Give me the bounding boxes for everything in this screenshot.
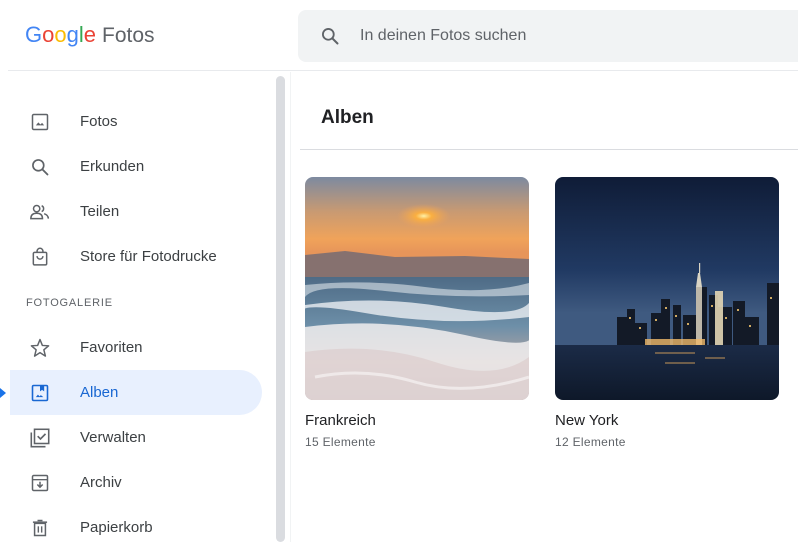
- manage-check-icon: [28, 426, 52, 450]
- sidebar-item-favoriten[interactable]: Favoriten: [10, 325, 262, 370]
- sidebar-item-papierkorb[interactable]: Papierkorb: [10, 505, 262, 542]
- sidebar-item-alben[interactable]: Alben: [0, 370, 262, 415]
- sidebar-item-teilen[interactable]: Teilen: [10, 189, 262, 234]
- sidebar-item-fotos[interactable]: Fotos: [10, 99, 262, 144]
- album-card-new-york[interactable]: New York 12 Elemente: [555, 177, 779, 449]
- sidebar-item-label: Erkunden: [80, 158, 145, 175]
- album-cover-image[interactable]: [305, 177, 529, 400]
- search-bar[interactable]: [298, 10, 798, 62]
- sidebar-item-label: Store für Fotodrucke: [80, 248, 217, 265]
- search-input[interactable]: [360, 27, 760, 45]
- photo-icon: [28, 110, 52, 134]
- sidebar-item-label: Fotos: [80, 113, 118, 130]
- album-item-count: 12 Elemente: [555, 435, 626, 449]
- logo-letter: g: [66, 22, 79, 47]
- logo-letter: e: [83, 22, 97, 47]
- sidebar-item-archiv[interactable]: Archiv: [10, 460, 262, 505]
- album-title[interactable]: New York: [555, 412, 779, 429]
- shopping-bag-icon: [28, 245, 52, 269]
- archive-icon: [28, 471, 52, 495]
- sidebar-item-label: Archiv: [80, 474, 122, 491]
- logo-letter: o: [54, 22, 67, 47]
- search-icon[interactable]: [318, 24, 342, 48]
- sidebar: Fotos Erkunden Teilen Store für Fotodruc…: [0, 72, 272, 542]
- star-icon: [28, 336, 52, 360]
- sidebar-divider: [290, 72, 291, 542]
- product-name: Fotos: [102, 24, 155, 47]
- title-divider: [300, 149, 798, 150]
- album-cover-image[interactable]: [555, 177, 779, 400]
- app-logo[interactable]: Google Fotos: [25, 22, 155, 50]
- header-divider: [8, 70, 798, 71]
- sidebar-item-label: Teilen: [80, 203, 120, 220]
- album-item-count: 15 Elemente: [305, 435, 376, 449]
- album-icon: [28, 381, 52, 405]
- google-logo-text: Google: [25, 22, 96, 48]
- sidebar-item-erkunden[interactable]: Erkunden: [10, 144, 262, 189]
- sidebar-item-label: Favoriten: [80, 339, 143, 356]
- album-card-frankreich[interactable]: Frankreich 15 Elemente: [305, 177, 529, 449]
- logo-letter: G: [25, 22, 43, 47]
- search-icon: [28, 155, 52, 179]
- album-title[interactable]: Frankreich: [305, 412, 529, 429]
- sidebar-item-label: Verwalten: [80, 429, 146, 446]
- sidebar-item-label: Papierkorb: [80, 519, 153, 536]
- active-indicator: [0, 388, 6, 398]
- trash-icon: [28, 516, 52, 540]
- section-label-library: FOTOGALERIE: [26, 297, 113, 309]
- sidebar-scrollbar[interactable]: [276, 76, 285, 542]
- sidebar-item-store[interactable]: Store für Fotodrucke: [10, 234, 262, 279]
- sidebar-item-verwalten[interactable]: Verwalten: [10, 415, 262, 460]
- sidebar-item-label: Alben: [80, 384, 119, 401]
- people-icon: [28, 200, 52, 224]
- logo-letter: o: [42, 22, 55, 47]
- page-title: Alben: [321, 107, 374, 128]
